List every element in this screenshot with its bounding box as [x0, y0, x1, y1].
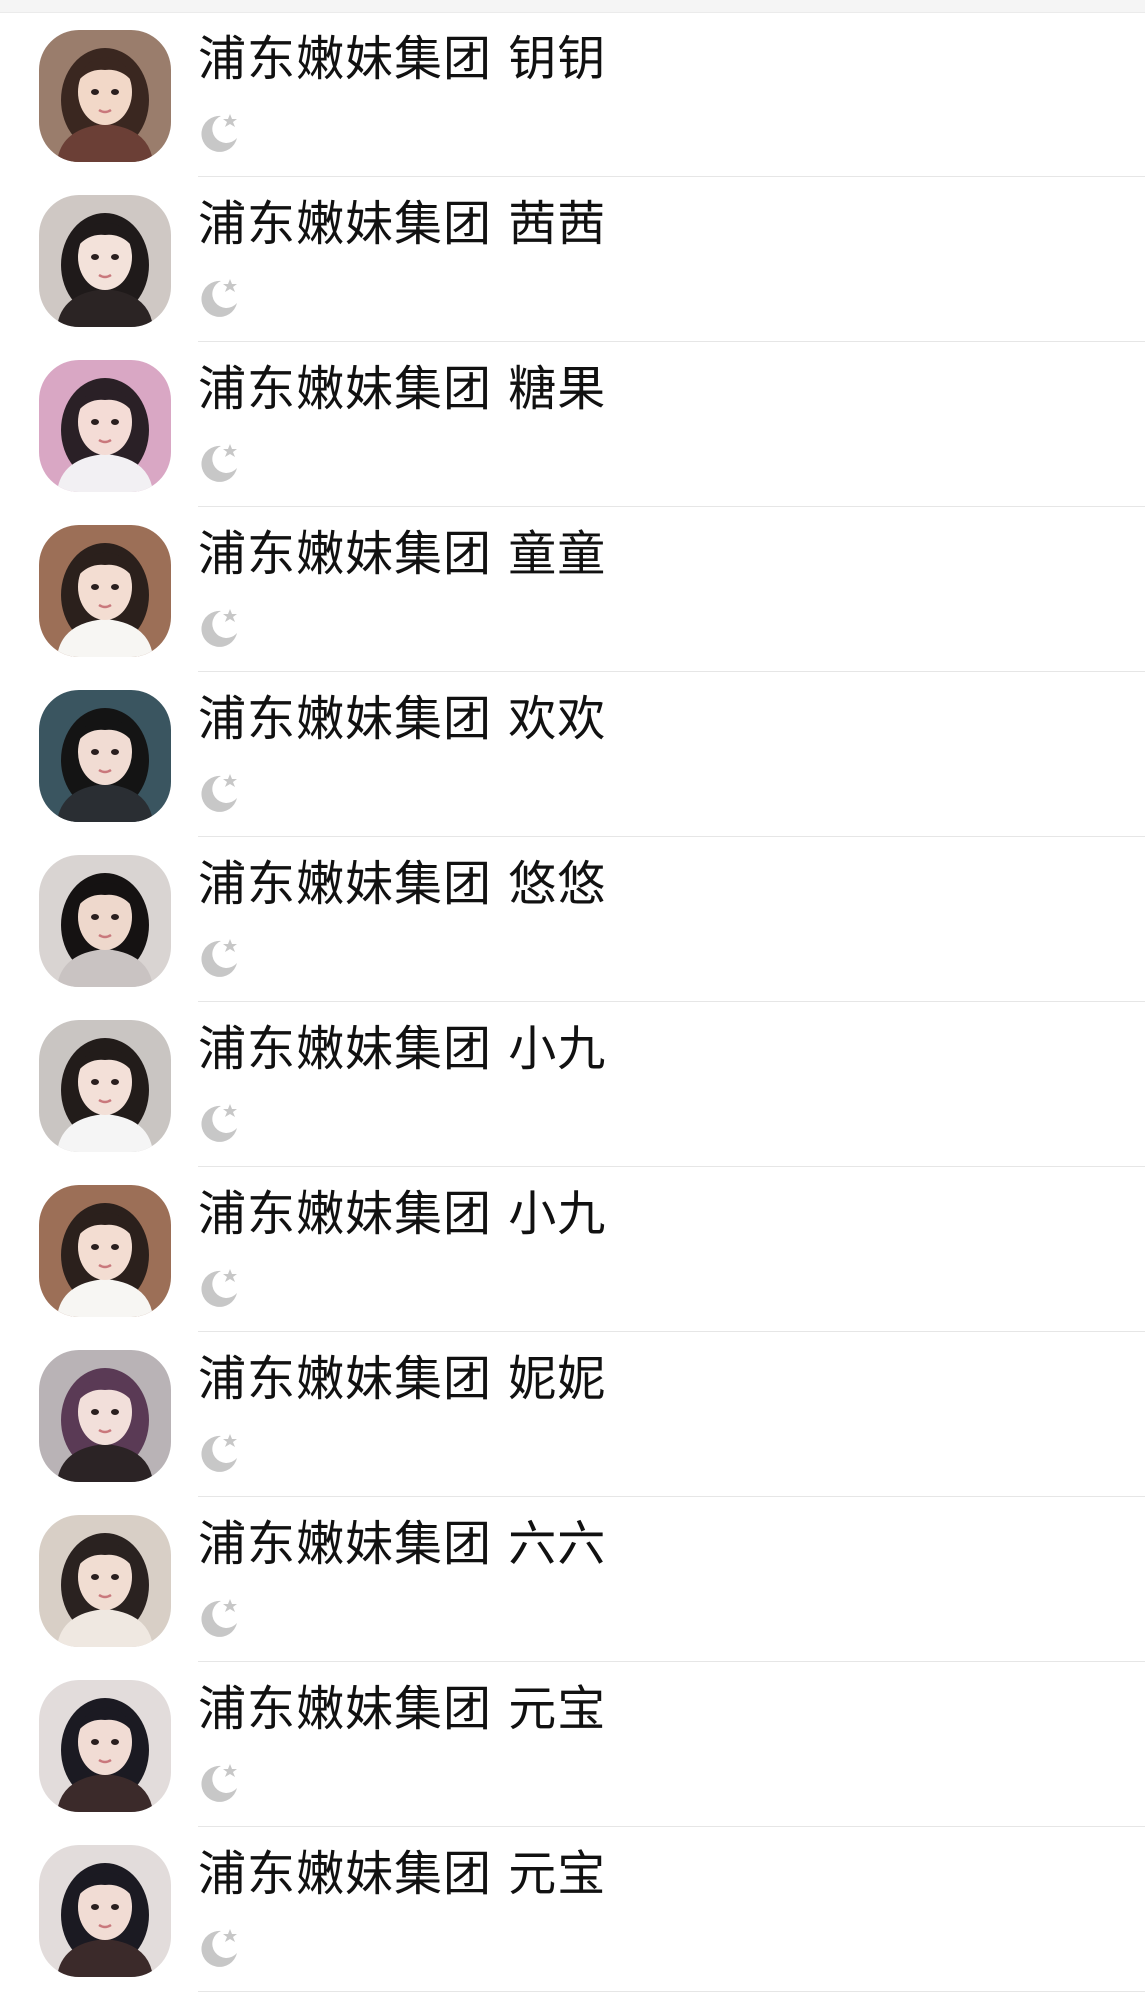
contact-name: 浦东嫩妹集团 悠悠	[198, 856, 607, 912]
contact-name: 浦东嫩妹集团 茜茜	[198, 196, 607, 252]
moon-star-icon	[197, 1265, 241, 1309]
contact-name: 浦东嫩妹集团 欢欢	[198, 691, 607, 747]
avatar[interactable]	[39, 690, 171, 822]
avatar[interactable]	[39, 855, 171, 987]
row-divider	[198, 1166, 1145, 1167]
moon-star-icon	[197, 770, 241, 814]
avatar[interactable]	[39, 1845, 171, 1977]
moon-star-icon	[197, 1100, 241, 1144]
row-divider	[198, 836, 1145, 837]
contact-name: 浦东嫩妹集团 小九	[198, 1186, 607, 1242]
moon-star-icon	[197, 1760, 241, 1804]
contact-name: 浦东嫩妹集团 妮妮	[198, 1351, 607, 1407]
row-divider	[198, 341, 1145, 342]
contact-name: 浦东嫩妹集团 六六	[198, 1516, 607, 1572]
row-divider	[198, 671, 1145, 672]
avatar[interactable]	[39, 1680, 171, 1812]
row-divider	[198, 1001, 1145, 1002]
moon-star-icon	[197, 605, 241, 649]
row-divider	[198, 1331, 1145, 1332]
avatar[interactable]	[39, 525, 171, 657]
moon-star-icon	[197, 1430, 241, 1474]
contact-row[interactable]: 浦东嫩妹集团 元宝	[0, 0, 1145, 1992]
avatar[interactable]	[39, 195, 171, 327]
contact-name: 浦东嫩妹集团 元宝	[198, 1681, 607, 1737]
contact-name: 浦东嫩妹集团 糖果	[198, 361, 607, 417]
moon-star-icon	[197, 275, 241, 319]
row-divider	[198, 176, 1145, 177]
contact-name: 浦东嫩妹集团 童童	[198, 526, 607, 582]
contact-name: 浦东嫩妹集团 元宝	[198, 1846, 607, 1902]
row-divider	[198, 1496, 1145, 1497]
avatar[interactable]	[39, 360, 171, 492]
row-divider	[198, 1826, 1145, 1827]
moon-star-icon	[197, 440, 241, 484]
moon-star-icon	[197, 1595, 241, 1639]
avatar[interactable]	[39, 1515, 171, 1647]
avatar[interactable]	[39, 1185, 171, 1317]
avatar[interactable]	[39, 1020, 171, 1152]
avatar[interactable]	[39, 1350, 171, 1482]
moon-star-icon	[197, 1925, 241, 1969]
row-divider	[198, 1661, 1145, 1662]
contact-name: 浦东嫩妹集团 小九	[198, 1021, 607, 1077]
row-divider	[198, 506, 1145, 507]
row-divider	[198, 1991, 1145, 1992]
moon-star-icon	[197, 935, 241, 979]
